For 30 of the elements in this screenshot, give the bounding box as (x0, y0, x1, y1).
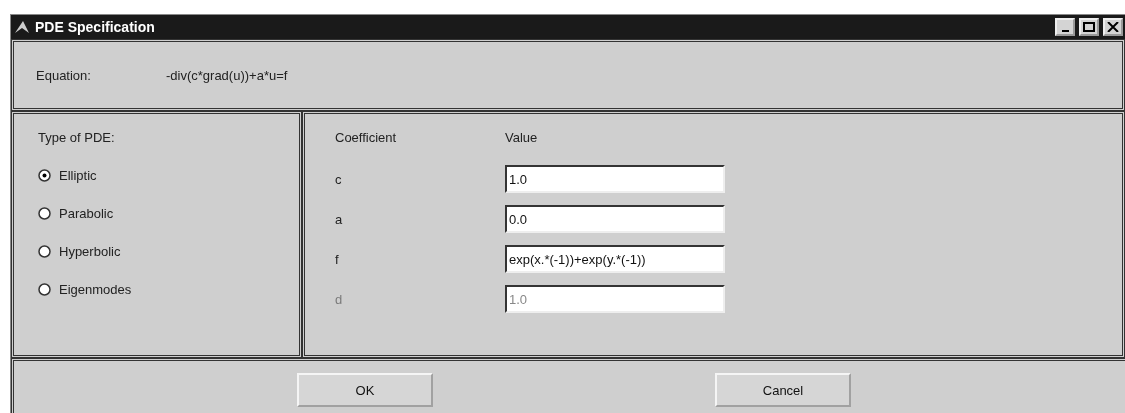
coefficient-name: c (335, 171, 343, 187)
radio-button-icon[interactable] (38, 245, 51, 258)
close-button[interactable] (1103, 18, 1123, 36)
radio-button-icon[interactable] (38, 283, 51, 296)
radio-label[interactable]: Hyperbolic (59, 244, 121, 259)
minimize-button[interactable] (1055, 18, 1075, 36)
cancel-button[interactable]: Cancel (715, 373, 851, 407)
equation-text: -div(c*grad(u))+a*u=f (166, 67, 288, 83)
coefficient-name: f (335, 251, 340, 267)
ok-button[interactable]: OK (297, 373, 433, 407)
close-icon (1107, 22, 1119, 32)
window-title: PDE Specification (35, 19, 156, 35)
coefficient-name: d (335, 291, 344, 307)
pde-type-label: Type of PDE: (38, 130, 116, 145)
radio-button-on-icon[interactable] (38, 169, 51, 182)
radio-label[interactable]: Elliptic (59, 168, 97, 183)
value-field[interactable]: 1.0 (505, 165, 725, 193)
minimize-icon (1061, 30, 1069, 32)
radio-button-icon[interactable] (38, 207, 51, 220)
maximize-button[interactable] (1079, 18, 1099, 36)
value-field[interactable]: exp(x.*(-1))+exp(y.*(-1)) (505, 245, 725, 273)
column-header: Coefficient (335, 130, 398, 145)
logo-icon (13, 19, 31, 35)
radio-label[interactable]: Parabolic (59, 206, 114, 221)
equation-label: Equation: (36, 67, 92, 83)
radio-label[interactable]: Eigenmodes (59, 282, 132, 297)
column-header: Value (505, 130, 539, 145)
maximize-icon (1083, 22, 1095, 32)
value-field[interactable]: 0.0 (505, 205, 725, 233)
coefficient-name: a (335, 211, 344, 227)
